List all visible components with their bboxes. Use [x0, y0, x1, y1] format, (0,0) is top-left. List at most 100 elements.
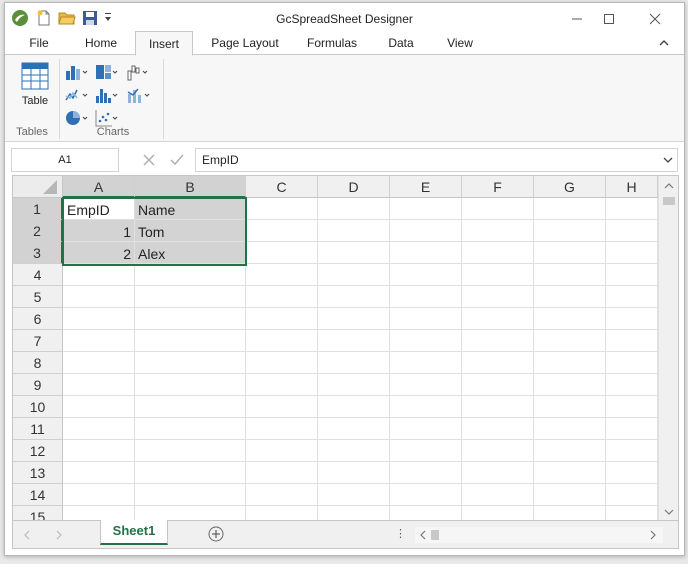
row-header-4[interactable]: 4 — [13, 264, 63, 286]
gridline — [63, 417, 658, 418]
cell-a1[interactable]: EmpID — [64, 199, 134, 221]
gridline — [63, 505, 658, 506]
cell-a2[interactable]: 1 — [64, 221, 134, 243]
maximize-button[interactable] — [589, 7, 629, 31]
add-sheet-icon[interactable] — [208, 526, 224, 542]
table-icon — [21, 62, 49, 90]
tab-insert[interactable]: Insert — [135, 31, 193, 56]
cell-b3[interactable]: Alex — [135, 243, 245, 265]
tab-file[interactable]: File — [19, 31, 59, 55]
gridline — [389, 198, 390, 520]
ribbon-tabs: File Home Insert Page Layout Formulas Da… — [5, 31, 684, 56]
scroll-up-icon[interactable] — [664, 182, 674, 190]
table-button-label: Table — [21, 95, 49, 107]
group-separator — [163, 59, 164, 139]
sheet-tab-sheet1[interactable]: Sheet1 — [100, 520, 168, 545]
app-window: GcSpreadSheet Designer File Home Insert … — [4, 2, 685, 556]
gridline — [245, 198, 246, 520]
row-header-8[interactable]: 8 — [13, 352, 63, 374]
gridline — [63, 373, 658, 374]
waterfall-chart-icon — [127, 65, 148, 81]
horizontal-scroll-thumb[interactable] — [431, 530, 439, 540]
row-header-6[interactable]: 6 — [13, 308, 63, 330]
group-label-charts: Charts — [96, 126, 130, 138]
column-header-e[interactable]: E — [390, 176, 462, 198]
sheet-tab-bar: Sheet1 ⋮ — [12, 520, 679, 549]
gridline — [63, 329, 658, 330]
ribbon-panel: Table Tables Charts — [5, 54, 684, 142]
line-chart-button[interactable] — [65, 84, 89, 106]
column-chart-icon — [66, 66, 88, 80]
row-header-1[interactable]: 1 — [13, 198, 63, 220]
vertical-scroll-thumb[interactable] — [663, 197, 675, 205]
formula-input[interactable]: EmpID — [195, 148, 678, 172]
tab-page-layout[interactable]: Page Layout — [205, 31, 285, 55]
gridline — [63, 351, 658, 352]
select-all-corner[interactable] — [13, 176, 63, 198]
scroll-left-icon[interactable] — [419, 530, 427, 540]
tab-view[interactable]: View — [439, 31, 481, 55]
group-separator — [59, 59, 60, 139]
gridline — [461, 198, 462, 520]
column-chart-button[interactable] — [65, 61, 89, 83]
combo-chart-button[interactable] — [127, 84, 151, 106]
close-button[interactable] — [635, 7, 675, 31]
row-header-11[interactable]: 11 — [13, 418, 63, 440]
row-header-5[interactable]: 5 — [13, 286, 63, 308]
tab-formulas[interactable]: Formulas — [299, 31, 365, 55]
cell-b1[interactable]: Name — [135, 199, 245, 221]
line-chart-icon — [65, 89, 88, 101]
title-bar: GcSpreadSheet Designer — [5, 3, 684, 33]
row-header-12[interactable]: 12 — [13, 440, 63, 462]
column-header-a[interactable]: A — [63, 176, 135, 198]
expand-formula-icon[interactable] — [661, 153, 675, 167]
column-header-b[interactable]: B — [135, 176, 246, 198]
waterfall-chart-button[interactable] — [127, 61, 151, 83]
statistic-chart-button[interactable] — [95, 84, 119, 106]
combo-chart-icon — [127, 88, 150, 103]
gridline — [63, 285, 658, 286]
scatter-chart-icon — [95, 110, 118, 127]
cell-b2[interactable]: Tom — [135, 221, 245, 243]
scroll-right-icon[interactable] — [649, 530, 657, 540]
gridline — [63, 483, 658, 484]
tab-scroll-right-icon[interactable] — [55, 530, 63, 540]
row-header-2[interactable]: 2 — [13, 220, 63, 242]
tab-splitter-icon[interactable]: ⋮ — [395, 527, 406, 541]
collapse-ribbon-icon[interactable] — [653, 31, 675, 55]
vertical-scrollbar[interactable] — [658, 176, 678, 520]
column-header-f[interactable]: F — [462, 176, 534, 198]
formula-text: EmpID — [202, 153, 239, 167]
row-header-13[interactable]: 13 — [13, 462, 63, 484]
tab-data[interactable]: Data — [381, 31, 421, 55]
row-header-14[interactable]: 14 — [13, 484, 63, 506]
group-label-tables: Tables — [16, 126, 48, 138]
spreadsheet-grid[interactable]: A B C D E F G H 1 2 3 4 5 6 7 8 9 10 11 … — [12, 175, 679, 521]
gridline — [605, 198, 606, 520]
column-header-c[interactable]: C — [246, 176, 318, 198]
name-box[interactable]: A1 — [11, 148, 119, 172]
scroll-down-icon[interactable] — [664, 508, 674, 516]
row-header-9[interactable]: 9 — [13, 374, 63, 396]
accept-formula-icon[interactable] — [167, 150, 187, 170]
gridline — [317, 198, 318, 520]
row-header-15[interactable]: 15 — [13, 506, 63, 520]
gridline — [63, 461, 658, 462]
pie-chart-icon — [66, 111, 88, 125]
cell-a3[interactable]: 2 — [64, 243, 134, 265]
row-header-10[interactable]: 10 — [13, 396, 63, 418]
column-header-d[interactable]: D — [318, 176, 390, 198]
row-header-7[interactable]: 7 — [13, 330, 63, 352]
formula-bar: A1 EmpID — [5, 145, 684, 175]
insert-table-button[interactable]: Table — [15, 61, 55, 113]
horizontal-scrollbar[interactable] — [415, 527, 663, 543]
tab-home[interactable]: Home — [77, 31, 125, 55]
hierarchy-chart-button[interactable] — [95, 61, 119, 83]
row-header-3[interactable]: 3 — [13, 242, 63, 264]
cancel-formula-icon[interactable] — [139, 150, 159, 170]
gridline — [63, 307, 658, 308]
tab-scroll-left-icon[interactable] — [23, 530, 31, 540]
gridline — [533, 198, 534, 520]
column-header-g[interactable]: G — [534, 176, 606, 198]
column-header-h[interactable]: H — [606, 176, 658, 198]
